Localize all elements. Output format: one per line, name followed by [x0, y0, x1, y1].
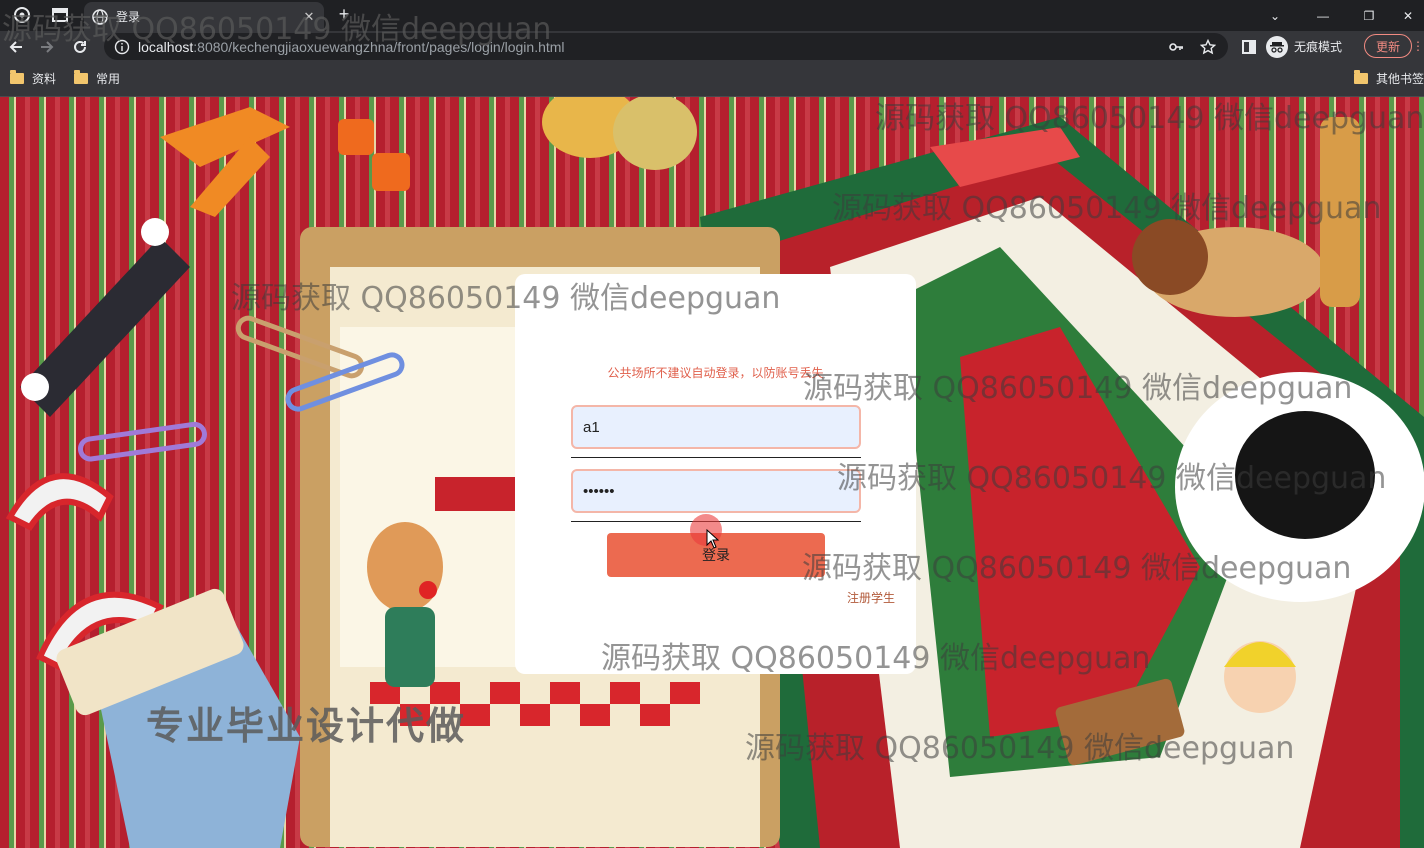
restore-icon[interactable]: ❐ [1346, 0, 1392, 31]
watermark-text: 源码获取 QQ86050149 微信deepguan [837, 461, 1387, 496]
close-window-icon[interactable]: ✕ [1392, 0, 1424, 31]
folder-icon [74, 70, 88, 84]
login-page: 公共场所不建议自动登录，以防账号丢失 a1 •••••• 登录 注册学生 专业毕… [0, 97, 1424, 848]
watermark-text: 源码获取 QQ86050149 微信deepguan [802, 551, 1352, 586]
register-student-link[interactable]: 注册学生 [847, 589, 895, 606]
key-icon[interactable] [1168, 33, 1184, 60]
more-menu-icon[interactable]: ⋮ [1412, 39, 1424, 53]
bookmark-folder-ziliao[interactable]: 资料 [10, 70, 56, 87]
watermark-text: 源码获取 QQ86050149 微信deepguan [832, 191, 1382, 226]
watermark-text: 源码获取 QQ86050149 微信deepguan [231, 281, 781, 316]
promo-text: 专业毕业设计代做 [146, 704, 467, 748]
username-input[interactable]: a1 [571, 405, 861, 449]
update-button[interactable]: 更新 [1364, 34, 1412, 58]
watermark-text: 源码获取 QQ86050149 微信deepguan [601, 641, 1151, 676]
incognito-label: 无痕模式 [1294, 40, 1343, 54]
bookmark-label: 常用 [96, 72, 121, 86]
watermark-text: 源码获取 QQ86050149 微信deepguan [803, 371, 1353, 406]
incognito-indicator[interactable]: 无痕模式 [1266, 34, 1342, 59]
watermark-text: 源码获取 QQ86050149 微信deepguan [745, 731, 1295, 766]
bookmark-star-icon[interactable] [1200, 33, 1216, 60]
watermark-text: 源码获取 QQ86050149 微信deepguan [875, 101, 1424, 136]
minimize-icon[interactable]: — [1300, 0, 1346, 31]
watermark-text: 源码获取 QQ86050149 微信deepguan [2, 12, 552, 47]
username-underline [571, 457, 861, 458]
other-bookmarks-folder[interactable]: 其他书签 [1354, 70, 1424, 87]
password-input[interactable]: •••••• [571, 469, 861, 513]
bookmark-folder-changyong[interactable]: 常用 [74, 70, 120, 87]
folder-icon [1354, 70, 1368, 84]
bookmarks-bar: 资料 常用 其他书签 [0, 62, 1424, 97]
side-panel-icon[interactable] [1236, 34, 1262, 60]
incognito-icon [1266, 35, 1288, 58]
folder-icon [10, 70, 24, 84]
bookmark-label: 资料 [32, 72, 57, 86]
mouse-cursor-icon [706, 529, 720, 549]
bookmark-label: 其他书签 [1376, 72, 1424, 86]
tab-search-icon[interactable]: ⌄ [1252, 0, 1298, 31]
